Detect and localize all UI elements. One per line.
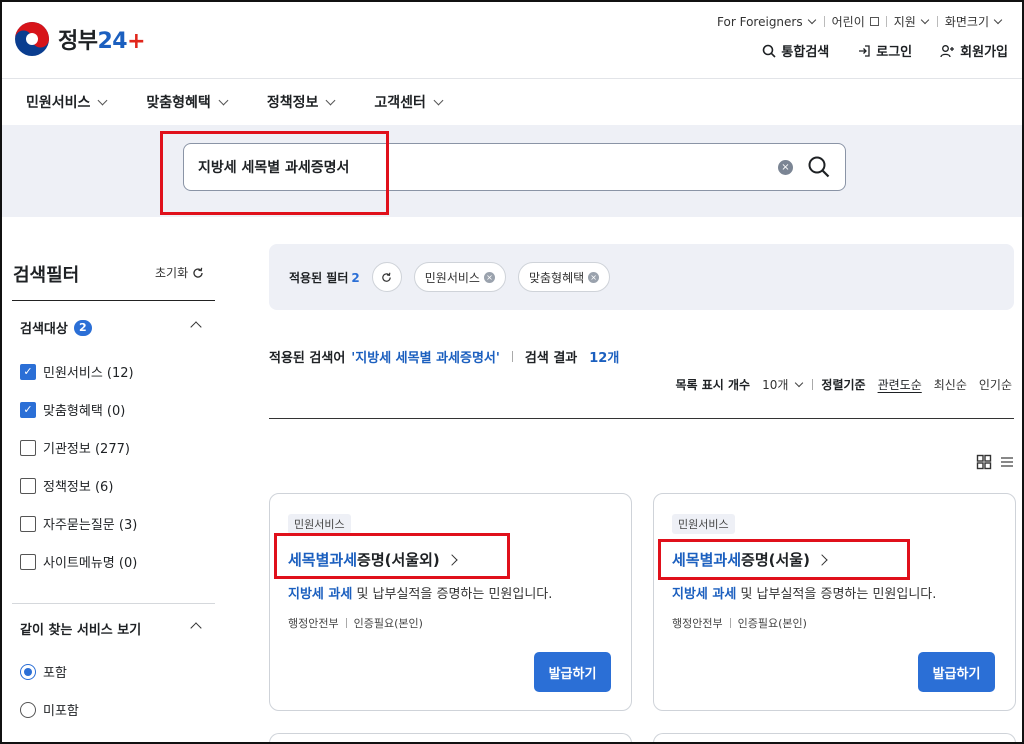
filter-option-agency-info[interactable]: 기관정보 (277)	[20, 438, 130, 457]
screen-size-menu[interactable]: 화면크기	[938, 13, 1010, 30]
sort-popular[interactable]: 인기순	[979, 376, 1012, 393]
divider	[345, 618, 347, 628]
for-foreigners-menu[interactable]: For Foreigners	[710, 15, 824, 29]
annotation-box-card-2	[658, 539, 910, 580]
remove-chip-icon[interactable]: ×	[483, 271, 495, 283]
search-submit-icon[interactable]	[807, 155, 831, 179]
result-card: 민원서비스 세목별과세증명(서울외) 지방세 과세 및 납부실적을 증명하는 민…	[269, 493, 632, 711]
related-exclude-option[interactable]: 미포함	[20, 700, 79, 719]
checkbox-icon[interactable]	[20, 439, 36, 456]
result-description: 지방세 과세 및 납부실적을 증명하는 민원입니다.	[288, 587, 553, 602]
count-badge: 2	[73, 319, 92, 336]
radio-icon[interactable]	[20, 701, 36, 718]
sort-relevance[interactable]: 관련도순	[878, 376, 922, 393]
integrated-search-button[interactable]: 통합검색	[762, 41, 829, 60]
sort-latest[interactable]: 최신순	[934, 376, 967, 393]
refresh-icon	[193, 267, 203, 278]
filter-divider	[12, 603, 215, 604]
divider	[511, 351, 513, 362]
list-view-icon[interactable]	[1000, 454, 1014, 470]
signup-button[interactable]: 회원가입	[940, 41, 1008, 60]
result-meta: 행정안전부 인증필요(본인)	[672, 617, 807, 630]
nav-customer-center[interactable]: 고객센터	[374, 92, 444, 112]
user-add-icon	[940, 44, 955, 57]
category-tag: 민원서비스	[672, 514, 735, 534]
support-menu[interactable]: 지원	[887, 13, 937, 30]
login-icon	[859, 44, 870, 57]
chevron-up-icon[interactable]	[190, 321, 202, 333]
filter-group-related[interactable]: 같이 찾는 서비스 보기	[20, 619, 141, 638]
applied-filters-bar: 적용된 필터 2 민원서비스 × 맞춤형혜택 ×	[269, 244, 1014, 310]
nav-civil-service[interactable]: 민원서비스	[26, 92, 108, 112]
main-nav: 민원서비스 맞춤형혜택 정책정보 고객센터	[26, 80, 444, 124]
kids-link[interactable]: 어린이	[825, 13, 886, 30]
nav-custom-benefits[interactable]: 맞춤형혜택	[146, 92, 229, 112]
result-summary: 적용된 검색어 '지방세 세목별 과세증명서' 검색 결과 12개	[269, 347, 619, 366]
divider	[729, 618, 731, 628]
chevron-down-icon	[795, 378, 804, 388]
annotation-box-card-1	[274, 533, 510, 579]
filter-title: 검색필터	[13, 265, 80, 286]
result-meta: 행정안전부 인증필요(본인)	[288, 617, 423, 630]
refresh-icon	[382, 272, 392, 282]
result-card	[269, 733, 632, 744]
taegeuk-logo-icon	[15, 22, 49, 56]
applied-filters-label: 적용된 필터 2	[289, 270, 360, 285]
chevron-down-icon	[920, 15, 930, 25]
filter-option-faq[interactable]: 자주묻는질문 (3)	[20, 514, 137, 533]
filter-option-custom-benefits[interactable]: ✓ 맞춤형혜택 (0)	[20, 400, 125, 419]
chevron-down-icon	[993, 15, 1003, 25]
chevron-down-icon	[325, 95, 336, 105]
sort-bar: 목록 표시 개수 10개 정렬기준 관련도순 최신순 인기순	[675, 376, 1012, 393]
chevron-down-icon	[218, 95, 229, 105]
header-divider	[0, 78, 1024, 79]
view-toggle	[976, 454, 1014, 470]
logo-number: 24	[97, 29, 128, 54]
issue-button[interactable]: 발급하기	[918, 652, 995, 692]
radio-selected-icon[interactable]	[20, 663, 36, 680]
header-actions: 통합검색 로그인 회원가입	[762, 41, 1008, 60]
results-divider	[269, 418, 1014, 419]
filter-reset-button[interactable]: 초기화	[155, 264, 204, 281]
remove-chip-icon[interactable]: ×	[588, 271, 600, 283]
category-tag: 민원서비스	[288, 514, 351, 534]
checkbox-icon[interactable]	[20, 477, 36, 494]
filter-option-policy-info[interactable]: 정책정보 (6)	[20, 476, 113, 495]
filter-option-site-menu[interactable]: 사이트메뉴명 (0)	[20, 552, 137, 571]
filter-group-target[interactable]: 검색대상 2	[20, 318, 92, 337]
chevron-up-icon[interactable]	[190, 622, 202, 634]
filter-chip-civil-service[interactable]: 민원서비스 ×	[413, 262, 506, 292]
logo-plus: +	[127, 29, 146, 54]
checkbox-icon[interactable]	[20, 515, 36, 532]
search-icon	[763, 44, 776, 58]
filter-divider	[12, 300, 215, 301]
chevron-down-icon	[433, 95, 444, 105]
result-card: 민원서비스 세목별과세증명(서울) 지방세 과세 및 납부실적을 증명하는 민원…	[653, 493, 1016, 711]
checkbox-checked-icon[interactable]: ✓	[20, 363, 36, 380]
reset-filters-button[interactable]	[371, 262, 402, 292]
divider	[812, 379, 814, 390]
login-button[interactable]: 로그인	[857, 41, 912, 60]
nav-policy-info[interactable]: 정책정보	[267, 92, 337, 112]
external-link-icon	[869, 17, 879, 26]
filter-chip-custom-benefits[interactable]: 맞춤형혜택 ×	[517, 262, 611, 292]
checkbox-icon[interactable]	[20, 553, 36, 570]
result-card	[653, 733, 1016, 744]
applied-query: '지방세 세목별 과세증명서'	[351, 351, 500, 366]
result-count: 12개	[589, 351, 620, 366]
checkbox-checked-icon[interactable]: ✓	[20, 401, 36, 418]
utility-bar: For Foreigners 어린이 지원 화면크기	[710, 13, 1010, 30]
chevron-down-icon	[97, 95, 108, 105]
issue-button[interactable]: 발급하기	[534, 652, 611, 692]
chevron-down-icon	[807, 15, 816, 25]
logo-text: 정부	[58, 29, 98, 54]
filter-option-civil-service[interactable]: ✓ 민원서비스 (12)	[20, 362, 134, 381]
related-include-option[interactable]: 포함	[20, 662, 67, 681]
grid-view-icon[interactable]	[976, 454, 992, 470]
result-description: 지방세 과세 및 납부실적을 증명하는 민원입니다.	[672, 587, 937, 602]
page-size-select[interactable]: 10개	[762, 376, 804, 393]
clear-search-button[interactable]: ×	[778, 160, 793, 175]
annotation-box-search	[160, 131, 389, 215]
gov24-logo[interactable]: 정부24+	[14, 21, 146, 57]
